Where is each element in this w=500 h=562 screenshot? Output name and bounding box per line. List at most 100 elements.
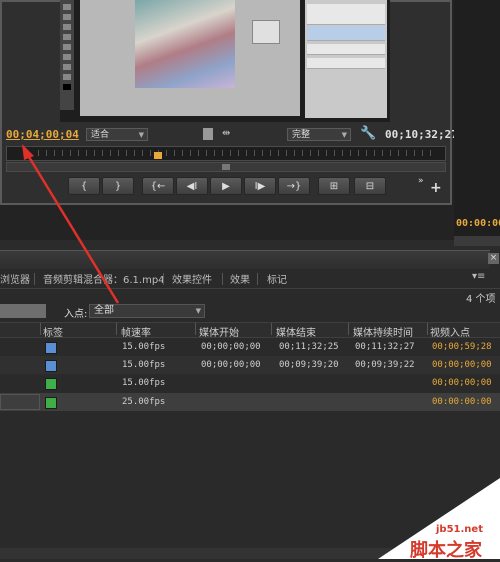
column-divider xyxy=(116,323,117,335)
column-header-media-start[interactable]: 媒体开始 xyxy=(199,324,239,339)
tool-icon xyxy=(63,74,71,80)
name-cell-editor[interactable] xyxy=(0,394,40,410)
timeline-tab[interactable] xyxy=(454,236,500,246)
scrollbar-grip[interactable] xyxy=(222,164,230,170)
tool-icon xyxy=(63,24,71,30)
table-row[interactable]: 15.00fps 00;00;00;00 00;09;39;20 00;09;3… xyxy=(0,356,500,374)
column-header-media-duration[interactable]: 媒体持续时间 xyxy=(353,324,413,339)
column-divider xyxy=(195,323,196,335)
media-start-cell: 00;00;00;00 xyxy=(201,360,261,370)
column-divider xyxy=(271,323,272,335)
inpoint-filter-select[interactable]: 全部 ▼ xyxy=(89,304,205,318)
tool-icon xyxy=(63,14,71,20)
layer-row xyxy=(307,58,385,69)
drag-video-icon[interactable]: ⇹ xyxy=(222,128,230,139)
column-header-media-end[interactable]: 媒体结束 xyxy=(276,324,316,339)
timeline-panel-edge xyxy=(454,0,500,240)
duration-cell: 00;09;39;22 xyxy=(355,360,415,370)
video-in-cell[interactable]: 00;00;00;00 xyxy=(432,360,492,370)
ruler-ticks xyxy=(38,150,438,156)
tab-browser[interactable]: 浏览器 xyxy=(0,271,30,286)
tool-icon xyxy=(63,34,71,40)
tab-effect-controls[interactable]: 效果控件 xyxy=(172,271,212,286)
table-row-selected[interactable]: 25.00fps 00:00:00:00 xyxy=(0,393,500,411)
tool-icon xyxy=(63,64,71,70)
table-row[interactable]: 15.00fps 00;00;00;00 xyxy=(0,374,500,392)
close-icon[interactable]: × xyxy=(488,253,499,264)
layer-row xyxy=(307,26,385,41)
inpoint-filter-value: 全部 xyxy=(94,305,114,316)
step-forward-button[interactable]: I▶ xyxy=(244,177,276,195)
tool-icon xyxy=(63,44,71,50)
video-in-cell[interactable]: 00:00:00:00 xyxy=(432,397,492,407)
layer-row xyxy=(307,44,385,55)
watermark-brand: 脚本之家 xyxy=(410,540,482,561)
mark-in-button[interactable]: { xyxy=(68,177,100,195)
chevron-down-icon: ▼ xyxy=(195,307,201,315)
play-button[interactable]: ▶ xyxy=(210,177,242,195)
color-swatch-icon xyxy=(63,84,71,90)
current-timecode[interactable]: 00;04;00;04 xyxy=(6,128,79,141)
media-start-cell: 00;00;00;00 xyxy=(201,342,261,352)
inpoint-filter-label: 入点: xyxy=(64,309,88,320)
chevron-down-icon: ▼ xyxy=(138,131,144,139)
playback-resolution-select[interactable]: 完整 ▼ xyxy=(287,128,351,141)
label-color-swatch xyxy=(45,342,57,354)
video-in-cell[interactable]: 00;00;59;28 xyxy=(432,342,492,352)
column-header-label[interactable]: 标签 xyxy=(43,324,63,339)
more-controls-icon[interactable]: » xyxy=(418,176,424,186)
frame-rate-cell: 25.00fps xyxy=(122,397,166,407)
column-divider xyxy=(40,323,41,335)
playhead-marker[interactable] xyxy=(154,152,162,159)
go-to-in-button[interactable]: {← xyxy=(142,177,174,195)
item-count: 4 个项 xyxy=(466,294,496,305)
search-input[interactable] xyxy=(0,304,46,318)
panel-menu-icon[interactable]: ▾≡ xyxy=(472,271,485,282)
label-color-swatch xyxy=(45,397,57,409)
timeline-timecode: 00:00:00 xyxy=(456,218,500,229)
column-header-row xyxy=(0,322,500,338)
tab-divider xyxy=(222,273,223,285)
preview-layers-panel xyxy=(305,0,387,118)
frame-rate-cell: 15.00fps xyxy=(122,342,166,352)
mark-out-button[interactable]: } xyxy=(102,177,134,195)
label-color-swatch xyxy=(45,360,57,372)
preview-toolbox xyxy=(60,0,74,110)
tab-divider xyxy=(34,273,35,285)
step-back-button[interactable]: ◀I xyxy=(176,177,208,195)
tool-icon xyxy=(63,54,71,60)
filmstrip-icon[interactable] xyxy=(203,128,213,140)
go-to-out-button[interactable]: →} xyxy=(278,177,310,195)
column-header-frame-rate[interactable]: 帧速率 xyxy=(121,324,151,339)
media-end-cell: 00;09;39;20 xyxy=(279,360,339,370)
label-color-swatch xyxy=(45,378,57,390)
media-end-cell: 00;11;32;25 xyxy=(279,342,339,352)
layer-row xyxy=(307,14,385,25)
video-in-cell[interactable]: 00;00;00;00 xyxy=(432,378,492,388)
tab-effects[interactable]: 效果 xyxy=(230,271,250,286)
preview-photo xyxy=(135,0,235,88)
tab-divider xyxy=(163,273,164,285)
watermark-site: jb51.net xyxy=(436,524,483,535)
table-row[interactable]: 15.00fps 00;00;00;00 00;11;32;25 00;11;3… xyxy=(0,338,500,356)
tab-audio-mixer[interactable]: 音频剪辑混合器：6.1.mp4 xyxy=(43,271,165,286)
tool-icon xyxy=(63,4,71,10)
frame-rate-cell: 15.00fps xyxy=(122,360,166,370)
column-divider xyxy=(427,323,428,335)
tab-markers[interactable]: 标记 xyxy=(267,271,287,286)
chevron-down-icon: ▼ xyxy=(341,131,347,139)
duration-timecode: 00;10;32;27 xyxy=(385,128,458,141)
zoom-fit-select[interactable]: 适合 ▼ xyxy=(86,128,148,141)
zoom-fit-value: 适合 xyxy=(91,130,110,140)
export-frame-button[interactable]: ⊟ xyxy=(354,177,386,195)
preview-dialog xyxy=(252,20,280,44)
preview-canvas xyxy=(80,0,300,116)
column-header-video-in[interactable]: 视频入点 xyxy=(430,324,470,339)
add-button[interactable]: + xyxy=(430,180,442,196)
frame-rate-cell: 15.00fps xyxy=(122,378,166,388)
duration-cell: 00;11;32;27 xyxy=(355,342,415,352)
panel-titlebar xyxy=(0,250,490,269)
insert-button[interactable]: ⊞ xyxy=(318,177,350,195)
wrench-icon[interactable]: 🔧 xyxy=(360,126,376,141)
playback-resolution-value: 完整 xyxy=(292,130,311,140)
